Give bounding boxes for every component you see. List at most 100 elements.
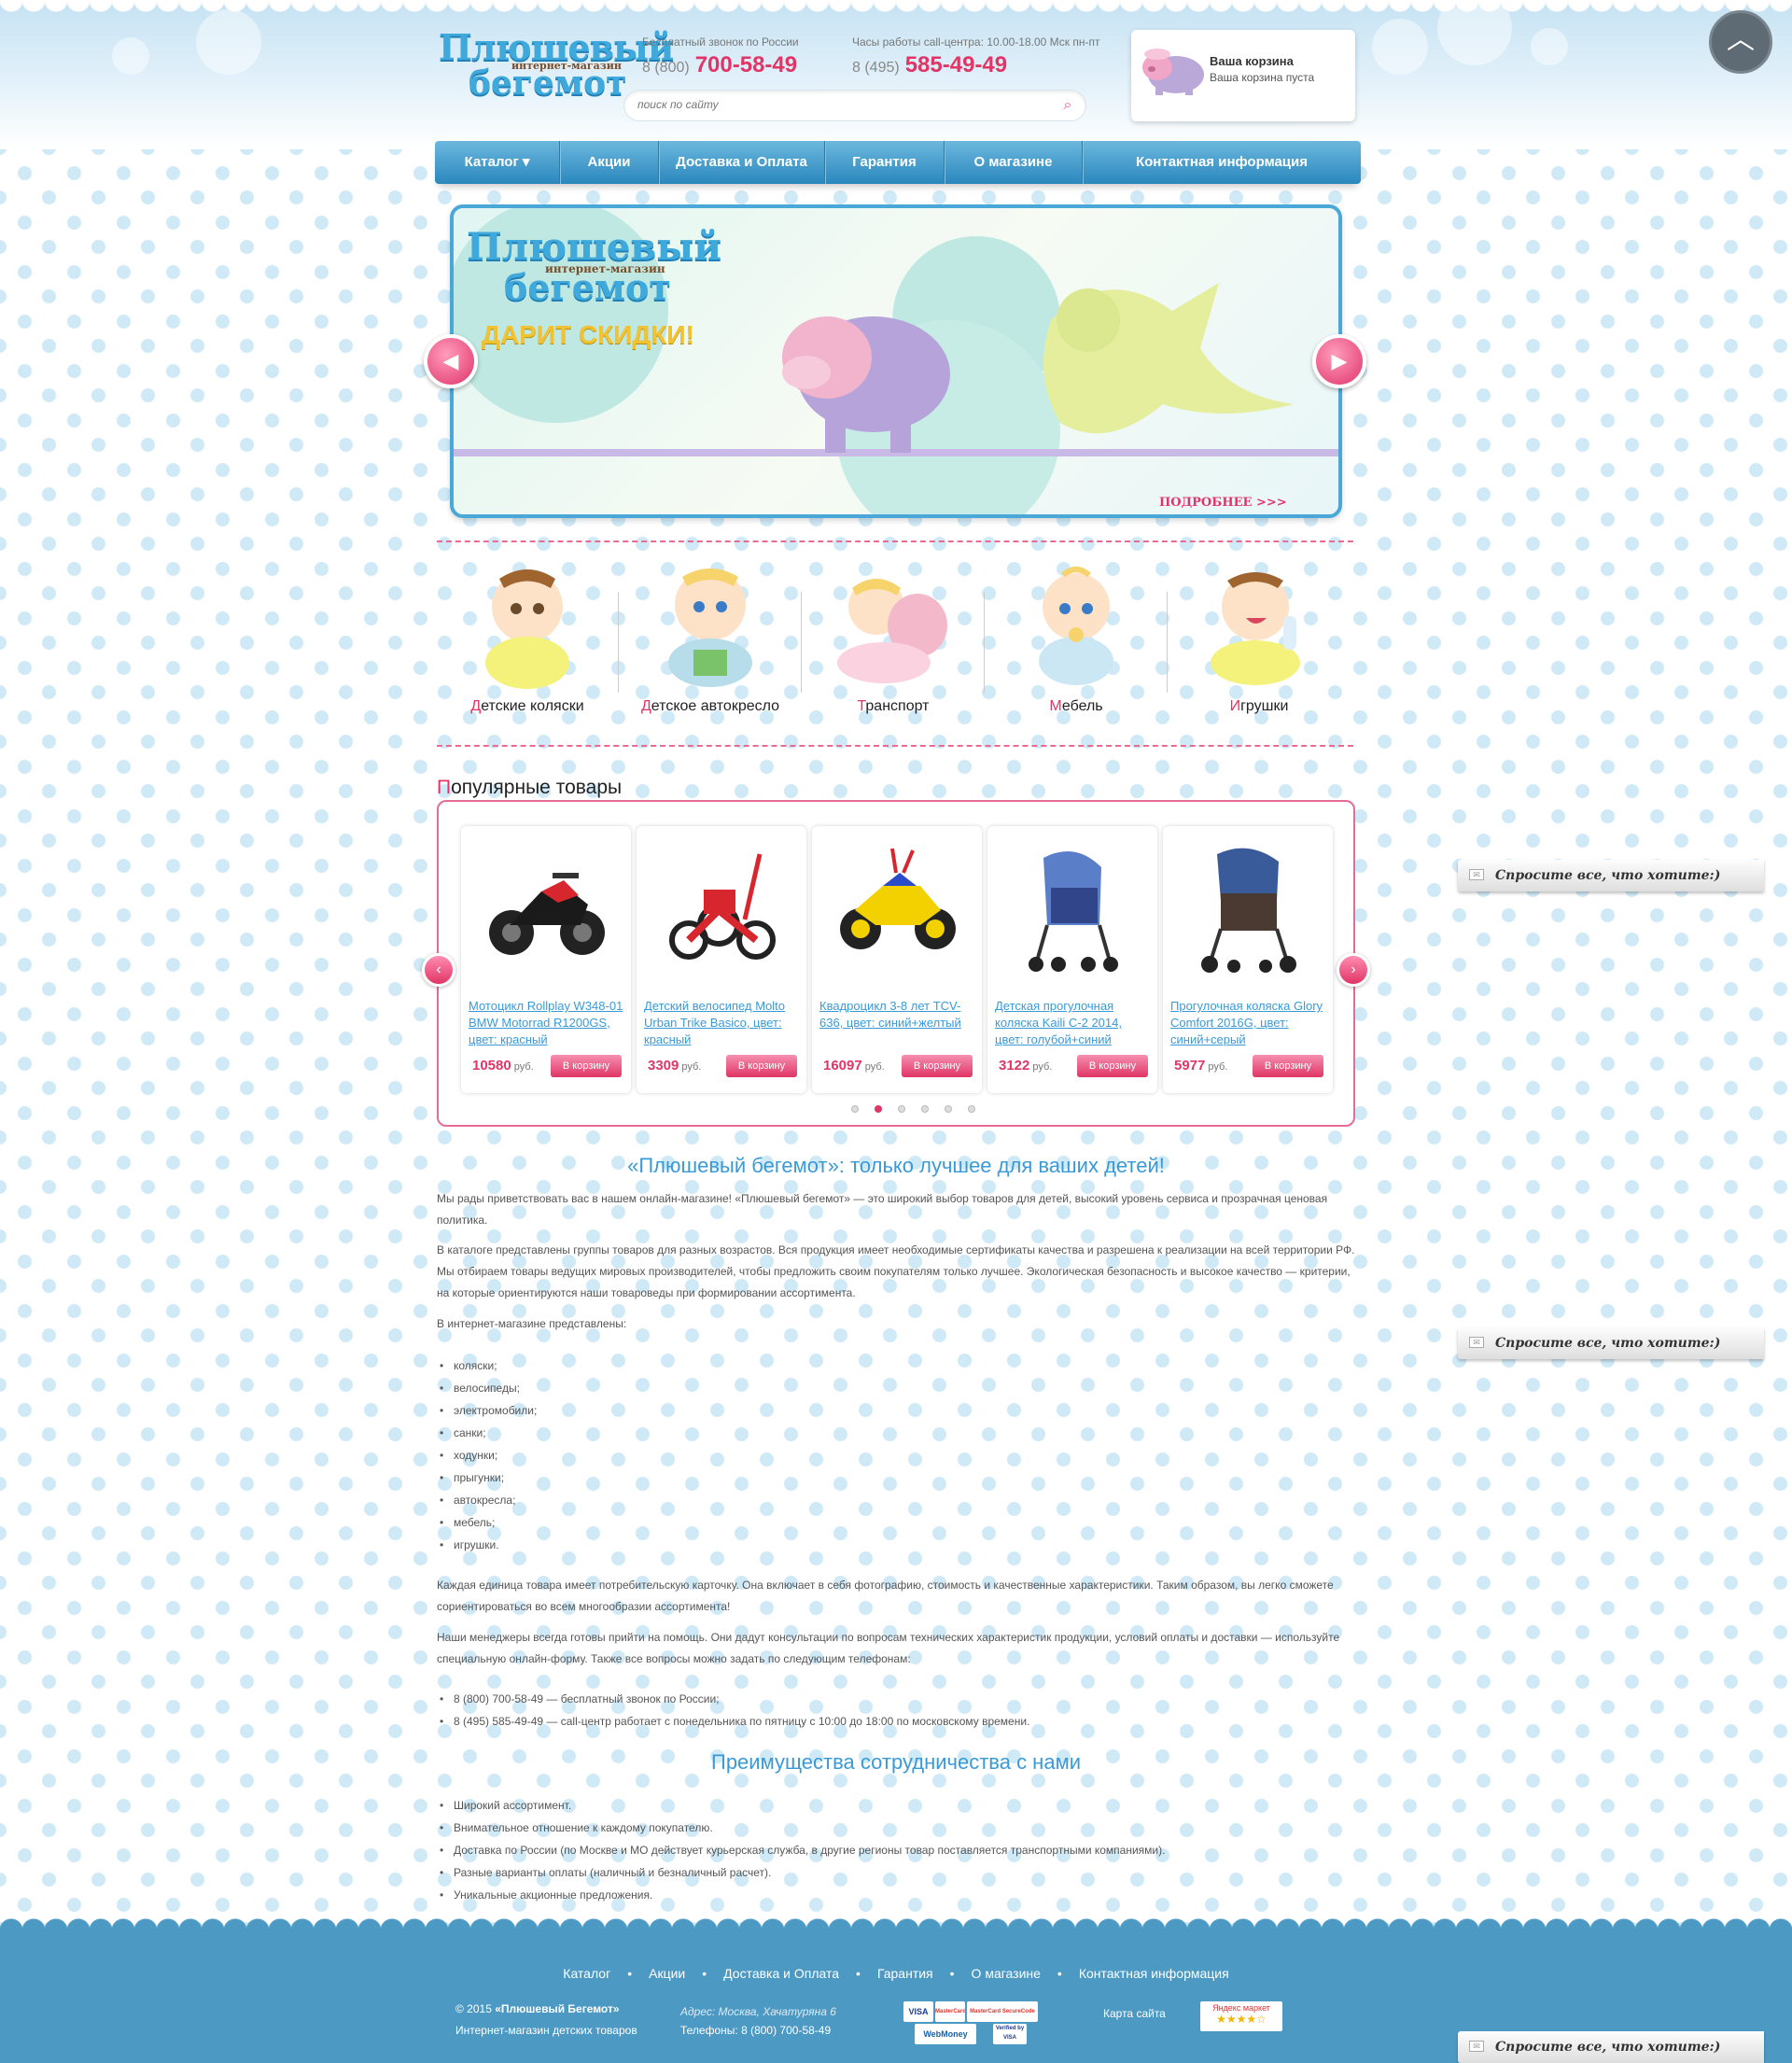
product-card[interactable]: Квадроцикл 3-8 лет TCV-636, цвет: синий+… [812, 826, 982, 1093]
footer-sitemap-link[interactable]: Карта сайта [1103, 2007, 1166, 2020]
list-item: электромобили; [440, 1399, 537, 1422]
callcenter-phone-number[interactable]: 585-49-49 [905, 52, 1007, 77]
free-phone-prefix: 8 (800) [642, 60, 690, 76]
yandex-market-badge[interactable]: Яндекс маркет ★★★★☆ [1200, 2001, 1282, 2031]
free-phone-number[interactable]: 700-58-49 [695, 52, 797, 77]
advantages-heading: Преимущества сотрудничества с нами [711, 1750, 1081, 1774]
add-to-cart-button[interactable]: В корзину [551, 1055, 622, 1077]
product-price-value: 5977 [1174, 1058, 1206, 1074]
product-card[interactable]: Детский велосипед Molto Urban Trike Basi… [637, 826, 806, 1093]
footer-link-promotions[interactable]: Акции [649, 1966, 685, 1981]
list-item: Доставка по России (по Москве и МО дейст… [440, 1839, 1165, 1861]
banner-prev-button[interactable]: ◀ [424, 334, 478, 388]
free-phone-block: Бесплатный звонок по России 8 (800) 700-5… [642, 35, 799, 78]
category-label: Транспорт [803, 698, 984, 715]
footer-link-warranty[interactable]: Гарантия [877, 1966, 933, 1981]
baby-illustration [668, 568, 752, 687]
visa-icon: VISA [903, 2001, 933, 2022]
product-price: 16097 руб. [823, 1058, 885, 1074]
footer-phones: Телефоны: 8 (800) 700-58-49 [680, 2024, 832, 2037]
add-to-cart-button[interactable]: В корзину [902, 1055, 973, 1077]
add-to-cart-button[interactable]: В корзину [726, 1055, 797, 1077]
banner-logo-word-2: бегемот [504, 266, 671, 308]
product-name[interactable]: Прогулочная коляска Glory Comfort 2016G,… [1170, 998, 1325, 1048]
content-heading: «Плюшевый бегемот»: только лучшее для ва… [627, 1154, 1165, 1177]
nav-item-warranty[interactable]: Гарантия [825, 141, 945, 184]
carousel-dot[interactable] [945, 1105, 952, 1113]
popular-title-rest: опулярные товары [451, 777, 623, 798]
cart-widget[interactable]: Ваша корзина Ваша корзина пуста [1131, 30, 1355, 121]
carousel-dot[interactable] [968, 1105, 975, 1113]
product-name[interactable]: Детский велосипед Molto Urban Trike Basi… [644, 998, 799, 1048]
carousel-dot[interactable] [851, 1105, 859, 1113]
nav-item-promotions[interactable]: Акции [560, 141, 659, 184]
bullet-separator: • [949, 1966, 955, 1981]
baby-illustration [1039, 567, 1113, 685]
product-name[interactable]: Мотоцикл Rollplay W348-01 BMW Motorrad R… [469, 998, 623, 1048]
search-icon[interactable]: ⌕ [1059, 97, 1076, 114]
carousel-dot[interactable] [898, 1105, 905, 1113]
carousel-next-button[interactable]: › [1337, 953, 1370, 987]
webmoney-icon: WebMoney [915, 2024, 976, 2044]
category-label-rest: ранспорт [865, 698, 930, 714]
product-card[interactable]: Детская прогулочная коляска Kaili C-2 20… [987, 826, 1157, 1093]
promo-banner[interactable]: Плюшевый интернет-магазин бегемот ДАРИТ … [450, 204, 1342, 518]
product-image [1029, 850, 1118, 972]
divider [437, 745, 1353, 747]
add-to-cart-button[interactable]: В корзину [1077, 1055, 1148, 1077]
banner-next-button[interactable]: ▶ [1312, 334, 1366, 388]
content-paragraph: В интернет-магазине представлены: [437, 1317, 627, 1330]
category-strollers[interactable]: Детские коляски [437, 560, 618, 728]
carousel-prev-button[interactable]: ‹ [422, 953, 455, 987]
nav-item-contacts[interactable]: Контактная информация [1083, 141, 1361, 184]
list-item: Внимательное отношение к каждому покупат… [440, 1817, 1165, 1839]
category-transport[interactable]: Транспорт [803, 560, 984, 728]
logo-word-2: бегемот [469, 63, 627, 103]
ask-widget-label: Спросите все, что хотите:) [1495, 868, 1721, 883]
nav-item-delivery[interactable]: Доставка и Оплата [659, 141, 825, 184]
scroll-to-top-button[interactable]: ︿ [1709, 10, 1772, 74]
product-currency: руб. [681, 1061, 702, 1073]
footer-nav: Каталог • Акции • Доставка и Оплата • Га… [0, 1966, 1792, 1981]
add-to-cart-button[interactable]: В корзину [1253, 1055, 1323, 1077]
category-toys[interactable]: Игрушки [1169, 560, 1350, 728]
hippo-icon [1142, 49, 1204, 95]
search-input[interactable] [637, 98, 1048, 111]
footer-link-about[interactable]: О магазине [972, 1966, 1041, 1981]
carousel-dot[interactable] [921, 1105, 929, 1113]
securecode-icon: MasterCard SecureCode [967, 2001, 1038, 2022]
category-initial: Д [640, 698, 651, 714]
category-label-rest: етское автокресло [651, 698, 780, 714]
category-label: Игрушки [1169, 698, 1350, 715]
category-car-seats[interactable]: Детское автокресло [620, 560, 801, 728]
arrow-left-icon: ‹ [436, 961, 441, 977]
site-logo[interactable]: Плюшевый интернет-магазин бегемот [439, 26, 674, 103]
rating-stars-icon: ★★★★☆ [1216, 2013, 1267, 2026]
footer-link-contacts[interactable]: Контактная информация [1079, 1966, 1229, 1981]
category-label: Мебель [986, 698, 1167, 715]
product-card[interactable]: Мотоцикл Rollplay W348-01 BMW Motorrad R… [461, 826, 631, 1093]
content-paragraph: Каждая единица товара имеет потребительс… [437, 1579, 1334, 1613]
content-paragraph: Наши менеджеры всегда готовы прийти на п… [437, 1631, 1340, 1665]
footer-link-catalog[interactable]: Каталог [563, 1966, 610, 1981]
nav-item-catalog[interactable]: Каталог ▾ [435, 141, 560, 184]
product-name[interactable]: Детская прогулочная коляска Kaili C-2 20… [995, 998, 1150, 1048]
ask-question-widget[interactable]: ✉ Спросите все, что хотите:) [1458, 2031, 1764, 2063]
content-paragraph: Мы рады приветствовать вас в нашем онлай… [437, 1192, 1328, 1227]
category-row: Детские коляски Детское автокресло Транс… [437, 560, 1353, 728]
category-furniture[interactable]: Мебель [986, 560, 1167, 728]
banner-more-link[interactable]: ПОДРОБНЕЕ >>> [1159, 496, 1287, 510]
carousel-dot-active[interactable] [875, 1105, 882, 1113]
ask-question-widget[interactable]: ✉ Спросите все, что хотите:) [1458, 1327, 1764, 1359]
envelope-icon: ✉ [1469, 1337, 1484, 1348]
product-name[interactable]: Квадроцикл 3-8 лет TCV-636, цвет: синий+… [819, 998, 974, 1048]
ask-question-widget[interactable]: ✉ Спросите все, что хотите:) [1458, 860, 1764, 891]
nav-item-about[interactable]: О магазине [945, 141, 1083, 184]
separator [801, 592, 802, 693]
footer-link-delivery[interactable]: Доставка и Оплата [723, 1966, 839, 1981]
popular-title: Популярные товары [437, 777, 622, 799]
copyright-year: © 2015 [455, 2002, 492, 2015]
product-price: 3122 руб. [999, 1058, 1052, 1074]
list-item: прыгунки; [440, 1467, 537, 1489]
product-card[interactable]: Прогулочная коляска Glory Comfort 2016G,… [1163, 826, 1333, 1093]
